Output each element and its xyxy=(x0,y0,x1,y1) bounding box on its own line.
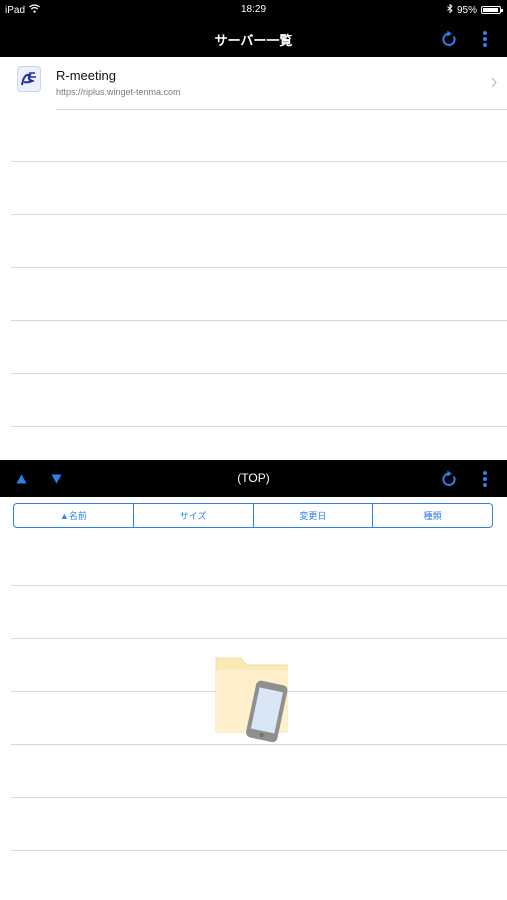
more-vert-icon[interactable] xyxy=(473,467,497,491)
battery-percent: 95% xyxy=(456,4,477,16)
row-separator xyxy=(11,638,507,639)
chevron-right-icon xyxy=(491,75,497,93)
server-row[interactable]: R-meeting https://riplus.winget-tenma.co… xyxy=(0,57,507,109)
page-title: サーバー一覧 xyxy=(214,33,293,48)
row-separator xyxy=(11,585,507,586)
row-separator xyxy=(56,109,507,110)
file-browser-toolbar: (TOP) xyxy=(0,460,507,497)
sort-by-name-button[interactable]: ▲名前 xyxy=(14,504,134,527)
row-separator xyxy=(11,320,507,321)
server-logo-icon xyxy=(17,66,41,92)
status-right: 95% xyxy=(447,3,503,16)
server-list-navbar: サーバー一覧 xyxy=(0,20,507,57)
current-path: (TOP) xyxy=(237,471,270,485)
row-separator xyxy=(11,426,507,427)
refresh-icon[interactable] xyxy=(437,27,461,51)
sort-by-type-button[interactable]: 種類 xyxy=(373,504,492,527)
battery-fill xyxy=(483,8,498,12)
empty-folder-device-icon xyxy=(213,652,293,747)
sort-segmented-control: ▲名前 サイズ 変更日 種類 xyxy=(13,503,493,528)
server-name: R-meeting xyxy=(56,68,116,83)
server-url: https://riplus.winget-tenma.com xyxy=(56,87,181,97)
refresh-icon[interactable] xyxy=(437,467,461,491)
status-time: 18:29 xyxy=(240,4,267,15)
row-separator xyxy=(11,850,507,851)
bluetooth-icon xyxy=(447,3,453,16)
status-bar: iPad 18:29 95% xyxy=(0,0,507,20)
sort-by-date-button[interactable]: 変更日 xyxy=(254,504,374,527)
battery-icon xyxy=(481,6,503,14)
row-separator xyxy=(11,161,507,162)
row-separator xyxy=(11,267,507,268)
row-separator xyxy=(11,797,507,798)
row-separator xyxy=(11,373,507,374)
sort-by-size-button[interactable]: サイズ xyxy=(134,504,254,527)
row-separator xyxy=(11,214,507,215)
more-vert-icon[interactable] xyxy=(473,27,497,51)
